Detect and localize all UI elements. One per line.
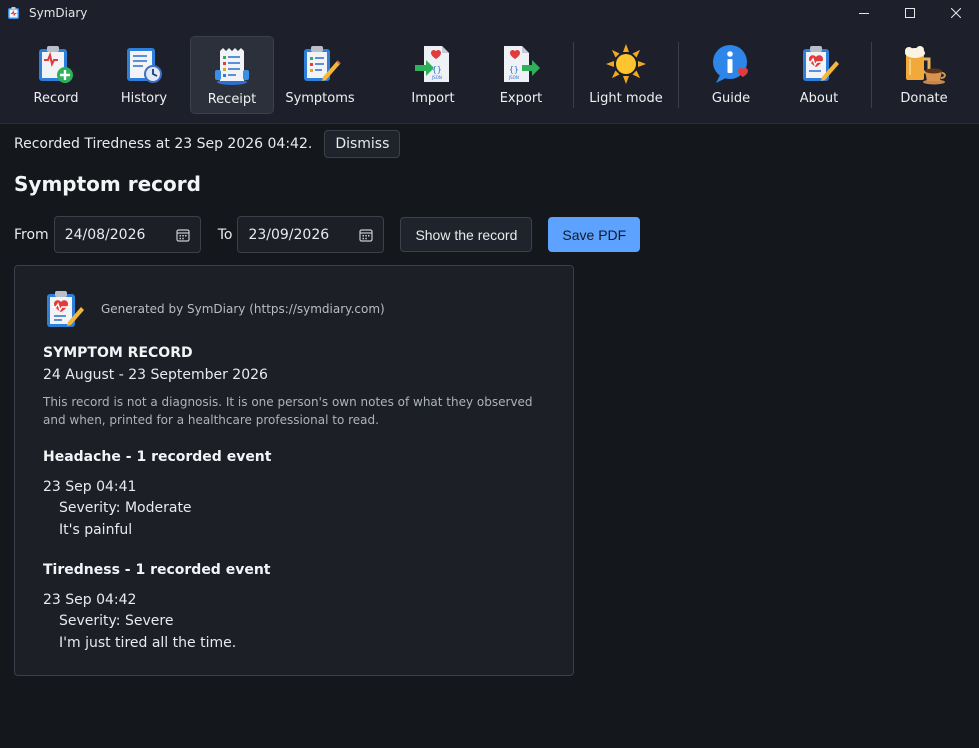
title-bar: SymDiary xyxy=(0,0,979,26)
export-document-icon: {} JSON xyxy=(504,46,540,82)
record-title: SYMPTOM RECORD xyxy=(43,345,193,361)
to-label: To xyxy=(217,226,233,243)
toolbar-export-button[interactable]: {} JSON Export xyxy=(486,36,556,114)
history-clipboard-clock-icon xyxy=(127,48,162,83)
svg-text:{}: {} xyxy=(509,65,519,74)
toolbar-separator xyxy=(871,42,872,108)
event-time: 23 Sep 04:41 xyxy=(43,479,137,495)
app-logo-icon xyxy=(8,7,19,19)
event-time: 23 Sep 04:42 xyxy=(43,592,137,608)
svg-text:{}: {} xyxy=(432,65,442,74)
about-clipboard-heart-icon xyxy=(803,46,839,81)
toolbar-light-mode-button[interactable]: Light mode xyxy=(586,36,666,114)
toolbar-separator xyxy=(573,42,574,108)
event-severity: Severity: Moderate xyxy=(59,500,192,516)
save-pdf-button[interactable]: Save PDF xyxy=(548,217,641,252)
symdiary-logo-icon xyxy=(47,291,84,327)
symptoms-clipboard-pencil-icon xyxy=(304,46,341,81)
notification-text: Recorded Tiredness at 23 Sep 2026 04:42. xyxy=(14,136,313,152)
event-severity: Severity: Severe xyxy=(59,613,174,629)
event-note: I'm just tired all the time. xyxy=(59,635,237,651)
show-record-button[interactable]: Show the record xyxy=(400,217,533,252)
toolbar-about-label: About xyxy=(799,91,839,106)
svg-text:JSON: JSON xyxy=(431,75,442,80)
toolbar-donate-label: Donate xyxy=(900,91,948,106)
date-range-row: From 24/08/2026 To 23/09/2026 Show the r… xyxy=(14,216,641,253)
toolbar-history-button[interactable]: History xyxy=(109,36,179,114)
record-date-range: 24 August - 23 September 2026 xyxy=(43,367,268,383)
from-date-value: 24/08/2026 xyxy=(64,226,146,243)
import-document-icon: {} JSON xyxy=(415,46,449,82)
calendar-icon[interactable] xyxy=(359,228,374,242)
toolbar-receipt-button[interactable]: Receipt xyxy=(190,36,274,114)
toolbar-history-label: History xyxy=(120,91,168,106)
close-icon xyxy=(951,8,961,18)
toolbar-symptoms-button[interactable]: Symptoms xyxy=(282,36,358,114)
receipt-icon xyxy=(215,48,249,85)
toolbar-record-label: Record xyxy=(33,91,79,106)
toolbar-about-button[interactable]: About xyxy=(784,36,854,114)
toolbar-guide-label: Guide xyxy=(711,91,751,106)
from-date-field[interactable]: 24/08/2026 xyxy=(53,216,201,253)
svg-text:JSON: JSON xyxy=(508,75,519,80)
window-title: SymDiary xyxy=(29,6,88,20)
calendar-icon[interactable] xyxy=(176,228,190,242)
symptom-heading: Tiredness - 1 recorded event xyxy=(43,562,271,578)
page-title: Symptom record xyxy=(14,172,201,196)
minimize-icon xyxy=(859,13,869,14)
dismiss-button[interactable]: Dismiss xyxy=(324,130,401,158)
generated-by-text: Generated by SymDiary (https://symdiary.… xyxy=(101,302,385,316)
record-clipboard-plus-icon xyxy=(39,46,73,83)
maximize-button[interactable] xyxy=(887,0,933,26)
sun-icon xyxy=(606,44,646,84)
to-date-field[interactable]: 23/09/2026 xyxy=(237,216,385,253)
record-disclaimer: This record is not a diagnosis. It is on… xyxy=(43,395,533,427)
toolbar-export-label: Export xyxy=(499,91,543,106)
report-header: Generated by SymDiary (https://symdiary.… xyxy=(43,288,385,330)
info-bubble-icon xyxy=(713,45,748,83)
symptom-heading: Headache - 1 recorded event xyxy=(43,449,272,465)
toolbar-separator xyxy=(678,42,679,108)
maximize-icon xyxy=(905,8,915,18)
toolbar-donate-button[interactable]: Donate xyxy=(889,36,959,114)
notification-bar: Recorded Tiredness at 23 Sep 2026 04:42.… xyxy=(14,130,401,158)
close-button[interactable] xyxy=(933,0,979,26)
toolbar-guide-button[interactable]: Guide xyxy=(696,36,766,114)
toolbar-import-label: Import xyxy=(411,91,455,106)
beer-coffee-icon xyxy=(905,46,946,85)
toolbar-receipt-label: Receipt xyxy=(207,92,257,107)
toolbar-record-button[interactable]: Record xyxy=(21,36,91,114)
toolbar-symptoms-label: Symptoms xyxy=(285,91,355,106)
toolbar-import-button[interactable]: {} JSON Import xyxy=(398,36,468,114)
event-note: It's painful xyxy=(59,522,133,538)
main-toolbar: Record History Receipt Symptoms {} JSON … xyxy=(0,26,979,124)
from-label: From xyxy=(14,226,49,243)
record-preview-card: Generated by SymDiary (https://symdiary.… xyxy=(14,265,574,676)
minimize-button[interactable] xyxy=(841,0,887,26)
toolbar-light-mode-label: Light mode xyxy=(589,91,663,106)
to-date-value: 23/09/2026 xyxy=(248,226,330,243)
